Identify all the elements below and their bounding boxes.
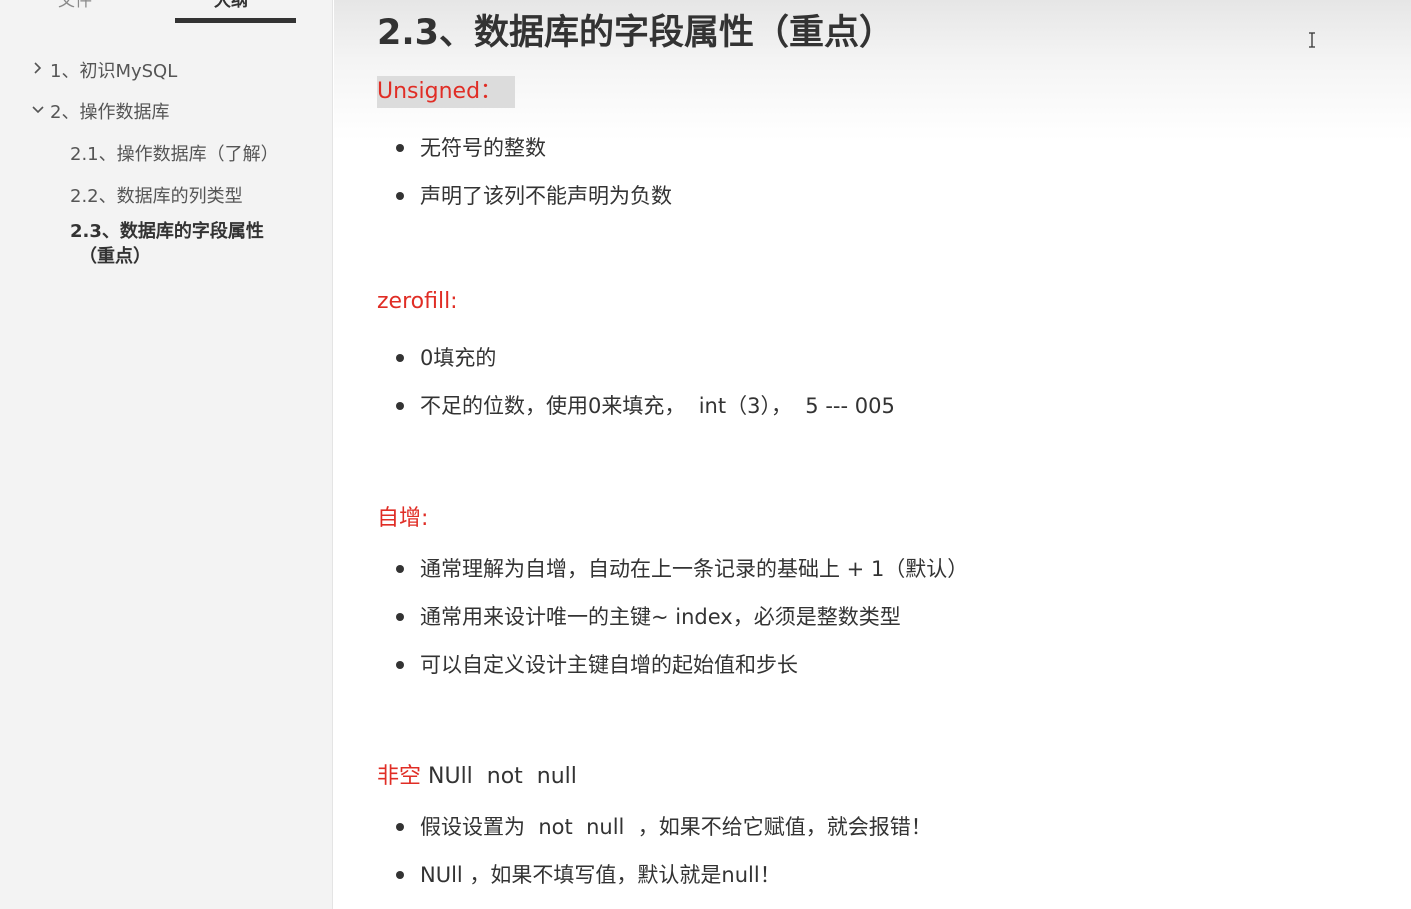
list-item-text: 通常用来设计唯一的主键~ index，必须是整数类型 [420,605,901,629]
list-item-text: NUll ，如果不填写值，默认就是null！ [420,863,781,887]
outline-item-label: 1、初识MySQL [50,61,178,82]
tab-files[interactable]: 文件 [58,0,92,11]
outline-item-label-line2: （重点） [79,246,151,267]
document-content[interactable]: 2.3、数据库的字段属性（重点） Unsigned： 无符号的整数 声明了该列不… [334,0,1411,909]
bullet-dot [396,661,404,669]
list-item: 通常用来设计唯一的主键~ index，必须是整数类型 [377,593,968,641]
list-item: 可以自定义设计主键自增的起始值和步长 [377,641,968,689]
page-title: 2.3、数据库的字段属性（重点） [377,13,895,53]
outline-item-2-1[interactable]: 2.1、操作数据库（了解） [70,140,279,166]
outline-item-label: 2、操作数据库 [50,102,170,123]
outline-item-1[interactable]: 1、初识MySQL [34,57,178,83]
list-item-text: 可以自定义设计主键自增的起始值和步长 [420,653,798,677]
section-heading-not-null: 非空 NUll not null [377,758,577,790]
bullet-list-auto-increment: 通常理解为自增，自动在上一条记录的基础上 + 1（默认） 通常用来设计唯一的主键… [377,545,968,689]
bullet-list-zerofill: 0填充的 不足的位数，使用0来填充， int（3）， 5 --- 005 [377,334,895,430]
bullet-dot [396,823,404,831]
tab-outline[interactable]: 大纲 [214,0,248,11]
text-cursor-icon [1309,32,1315,48]
section-heading-zerofill: zerofill: [377,289,458,314]
list-item: 声明了该列不能声明为负数 [377,172,672,220]
list-item-text: 声明了该列不能声明为负数 [420,184,672,208]
list-item: 不足的位数，使用0来填充， int（3）， 5 --- 005 [377,382,895,430]
outline-item-label: 2.2、数据库的列类型 [70,186,243,207]
bullet-dot [396,565,404,573]
outline-item-label-line1: 2.3、数据库的字段属性 [70,221,264,242]
section-heading-suffix: NUll not null [421,764,577,789]
outline-item-label: 2.1、操作数据库（了解） [70,144,279,165]
sidebar-outline: 文件 大纲 1、初识MySQL 2、操作数据库 2.1、操作数据库（了解） 2.… [0,0,333,909]
app-window: 文件 大纲 1、初识MySQL 2、操作数据库 2.1、操作数据库（了解） 2.… [0,0,1411,909]
list-item: 通常理解为自增，自动在上一条记录的基础上 + 1（默认） [377,545,968,593]
chevron-down-icon[interactable] [31,98,45,118]
list-item: NUll ，如果不填写值，默认就是null！ [377,851,932,899]
bullet-dot [396,613,404,621]
bullet-list-unsigned: 无符号的整数 声明了该列不能声明为负数 [377,124,672,220]
bullet-dot [396,144,404,152]
bullet-dot [396,354,404,362]
sidebar-tabs: 文件 大纲 [0,0,333,26]
outline-item-2-3-active[interactable]: 2.3、数据库的字段属性 （重点） [70,219,300,269]
list-item-text: 无符号的整数 [420,136,546,160]
active-tab-indicator [175,18,296,23]
list-item-text: 通常理解为自增，自动在上一条记录的基础上 + 1（默认） [420,557,969,581]
outline-item-2[interactable]: 2、操作数据库 [32,98,170,124]
bullet-dot [396,192,404,200]
list-item: 无符号的整数 [377,124,672,172]
list-item-text: 不足的位数，使用0来填充， int（3）， 5 --- 005 [420,394,895,418]
section-heading-auto-increment: 自增: [377,506,429,531]
bullet-list-not-null: 假设设置为 not null ，如果不给它赋值，就会报错！ NUll ，如果不填… [377,803,932,899]
bullet-dot [396,871,404,879]
list-item-text: 假设设置为 not null ，如果不给它赋值，就会报错！ [420,815,932,839]
section-heading-unsigned: Unsigned： [377,76,516,108]
bullet-dot [396,402,404,410]
list-item: 假设设置为 not null ，如果不给它赋值，就会报错！ [377,803,932,851]
chevron-right-icon[interactable] [31,57,45,77]
section-heading-label: 非空 [377,764,422,789]
outline-item-2-2[interactable]: 2.2、数据库的列类型 [70,182,243,208]
list-item: 0填充的 [377,334,895,382]
list-item-text: 0填充的 [420,346,497,370]
